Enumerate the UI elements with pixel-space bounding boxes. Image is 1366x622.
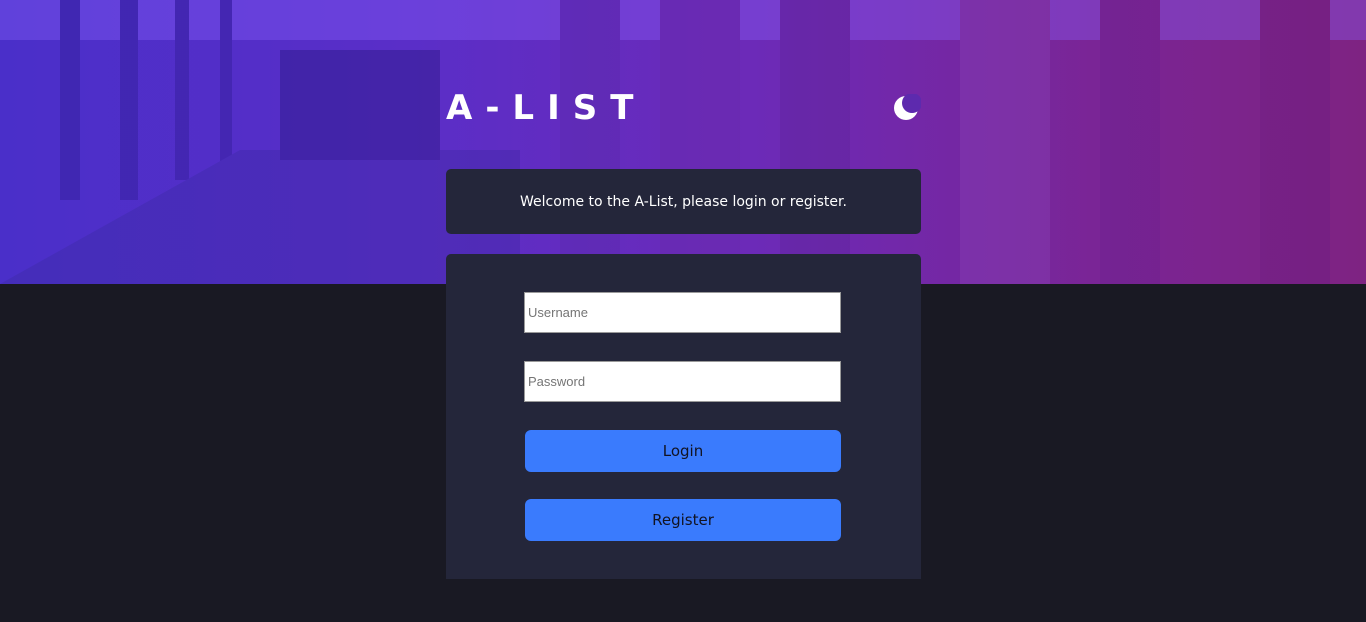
register-button[interactable]: Register bbox=[525, 499, 841, 541]
header: A-LIST bbox=[446, 88, 922, 132]
username-input[interactable] bbox=[524, 292, 841, 333]
hero-background-image bbox=[0, 0, 1366, 284]
moon-icon[interactable] bbox=[893, 93, 922, 122]
login-form: Login Register bbox=[446, 254, 921, 579]
app-logo: A-LIST bbox=[446, 88, 647, 128]
password-input[interactable] bbox=[524, 361, 841, 402]
login-button[interactable]: Login bbox=[525, 430, 841, 472]
welcome-banner: Welcome to the A-List, please login or r… bbox=[446, 169, 921, 234]
welcome-message: Welcome to the A-List, please login or r… bbox=[520, 193, 847, 210]
hero-banner bbox=[0, 0, 1366, 284]
